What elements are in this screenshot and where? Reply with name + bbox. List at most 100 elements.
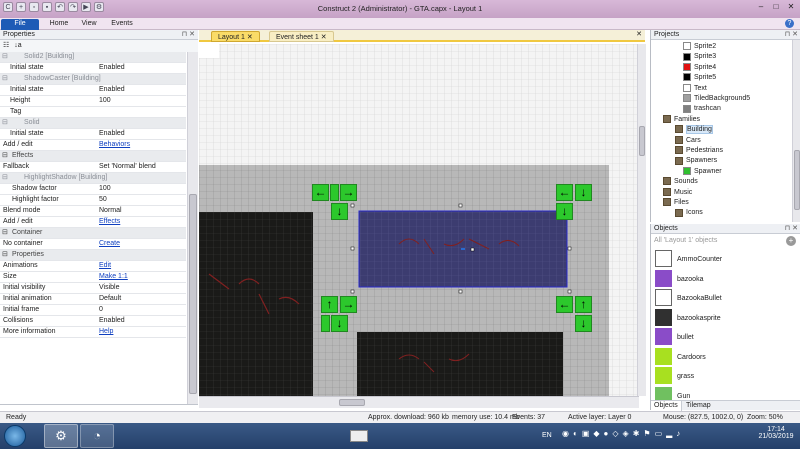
project-tree-item[interactable]: Spawner — [683, 166, 722, 176]
object-list-item[interactable]: bazookasprite — [655, 308, 795, 328]
project-tree-item[interactable]: Sprite3 — [683, 52, 716, 61]
collapse-icon[interactable]: ⊟ — [2, 228, 8, 238]
properties-scrollbar[interactable] — [187, 52, 198, 404]
building-sprite[interactable] — [357, 332, 563, 396]
property-row[interactable]: Container ⊟ — [0, 228, 186, 239]
network-icon[interactable]: ▂ — [666, 429, 672, 438]
project-tree-item[interactable]: Sprite4 — [683, 62, 716, 72]
project-tree-item[interactable]: Files — [663, 198, 689, 207]
property-link[interactable]: Effects — [99, 218, 120, 225]
property-row[interactable]: Initial visibility Visible — [0, 283, 186, 294]
property-row[interactable]: HighlightShadow [Building] ⊟ — [0, 173, 186, 184]
property-value[interactable]: 0 — [99, 305, 103, 315]
project-tree-item[interactable]: Building — [675, 125, 713, 135]
property-value[interactable]: 100 — [99, 96, 111, 106]
spawner-arrow[interactable]: ↓ — [575, 315, 592, 332]
project-tree-item[interactable]: Sprite5 — [683, 73, 716, 82]
property-row[interactable]: More information Help — [0, 327, 186, 338]
property-row[interactable]: Collisions Enabled — [0, 316, 186, 327]
scrollbar-thumb[interactable] — [794, 150, 800, 210]
project-tree-item[interactable]: Pedestrians — [675, 146, 723, 155]
canvas-horizontal-scrollbar[interactable] — [199, 396, 639, 408]
collapse-icon[interactable]: ⊟ — [2, 173, 8, 183]
object-list-item[interactable]: bazooka — [655, 269, 795, 289]
property-row[interactable]: ShadowCaster [Building] ⊟ — [0, 74, 186, 85]
ribbon-tab-file[interactable]: File — [1, 19, 39, 30]
add-object-icon[interactable]: + — [786, 236, 796, 246]
property-row[interactable]: Shadow factor 100 — [0, 184, 186, 195]
scrollbar-thumb[interactable] — [189, 194, 197, 394]
tab-tilemap[interactable]: Tilemap — [683, 401, 714, 411]
help-icon[interactable]: ? — [785, 19, 794, 28]
spawner-arrow[interactable]: → — [340, 184, 357, 201]
collapse-icon[interactable]: ⊟ — [2, 52, 8, 62]
tray-icon[interactable]: ◐ — [573, 429, 578, 438]
minimize-button[interactable]: – — [754, 2, 768, 12]
clock[interactable]: 17:14 21/03/2019 — [756, 426, 796, 440]
property-row[interactable]: Add / edit Behaviors — [0, 140, 186, 151]
scrollbar-thumb[interactable] — [339, 399, 365, 406]
project-tree-item[interactable]: Sounds — [663, 177, 698, 186]
collapse-icon[interactable]: ⊟ — [2, 151, 8, 161]
tray-pen-icon[interactable] — [350, 430, 368, 442]
scrollbar-thumb[interactable] — [639, 126, 645, 156]
property-row[interactable]: No container Create — [0, 239, 186, 250]
spawner-arrow[interactable]: ← — [556, 184, 573, 201]
object-list-item[interactable]: grass — [655, 367, 795, 386]
project-tree-item[interactable]: Cars — [675, 135, 701, 145]
property-link[interactable]: Behaviors — [99, 141, 130, 148]
ribbon-tab-events[interactable]: Events — [106, 19, 138, 30]
property-value[interactable]: 50 — [99, 195, 107, 205]
property-row[interactable]: Initial animation Default — [0, 294, 186, 305]
volume-icon[interactable]: ♪ — [676, 429, 680, 438]
spawner-arrow[interactable]: ← — [556, 296, 573, 313]
property-row[interactable]: Properties ⊟ — [0, 250, 186, 261]
object-list-item[interactable]: AmmoCounter — [655, 250, 795, 269]
language-indicator[interactable]: EN — [542, 432, 552, 439]
property-value[interactable]: Make 1:1 — [99, 272, 128, 282]
property-row[interactable]: Blend mode Normal — [0, 206, 186, 217]
maximize-button[interactable]: □ — [769, 2, 783, 12]
property-row[interactable]: Solid2 [Building] ⊟ — [0, 52, 186, 63]
flag-icon[interactable]: ⚑ — [643, 429, 650, 438]
property-value[interactable]: Help — [99, 327, 113, 337]
object-list-item[interactable]: bullet — [655, 328, 795, 347]
property-value[interactable]: Effects — [99, 217, 120, 227]
property-link[interactable]: Create — [99, 240, 120, 247]
property-row[interactable]: Fallback Set 'Normal' blend — [0, 162, 186, 173]
project-tree-item[interactable]: trashcan — [683, 104, 721, 113]
taskbar-app-icon[interactable]: ⚙ — [44, 424, 78, 448]
close-button[interactable]: ✕ — [784, 2, 798, 12]
property-row[interactable]: Highlight factor 50 — [0, 195, 186, 206]
spawner-arrow[interactable]: → — [340, 296, 357, 313]
property-row[interactable]: Initial frame 0 — [0, 305, 186, 316]
objects-filter[interactable]: All 'Layout 1' objects — [654, 237, 717, 244]
tab-event-sheet-1[interactable]: Event sheet 1 ✕ — [269, 31, 334, 42]
property-row[interactable]: Solid ⊟ — [0, 118, 186, 129]
project-tree-item[interactable]: TiledBackground5 — [683, 94, 750, 103]
categorize-icon[interactable]: ☷ — [3, 42, 9, 49]
project-tree-item[interactable]: Spawners — [675, 156, 717, 165]
property-row[interactable]: Animations Edit — [0, 261, 186, 272]
tab-objects[interactable]: Objects — [651, 401, 682, 411]
property-row[interactable]: Height 100 — [0, 96, 186, 107]
collapse-icon[interactable]: ⊟ — [2, 250, 8, 260]
close-document-icon[interactable]: ✕ — [636, 30, 642, 38]
tab-layout-1[interactable]: Layout 1 ✕ — [211, 31, 260, 42]
project-tree-item[interactable]: Music — [663, 187, 692, 197]
layout-canvas[interactable]: ← → ↓ ← ↓ ↓ ↑ → ↓ ← ↑ ↓ — [199, 44, 639, 396]
project-tree-item[interactable]: Icons — [675, 208, 703, 217]
start-button[interactable] — [4, 425, 26, 447]
spawner-arrow[interactable]: ↓ — [575, 184, 592, 201]
collapse-icon[interactable]: ⊟ — [2, 74, 8, 84]
ribbon-tab-home[interactable]: Home — [44, 19, 74, 30]
spawner-arrow[interactable]: ↓ — [331, 315, 348, 332]
pin-icon[interactable]: ⊓ ✕ — [182, 30, 195, 40]
tray-icon[interactable]: ◈ — [623, 429, 629, 438]
property-row[interactable]: Tag — [0, 107, 186, 118]
close-tab-icon[interactable]: ✕ — [247, 34, 253, 41]
spawner-arrow[interactable] — [321, 315, 330, 332]
collapse-icon[interactable]: ⊟ — [2, 118, 8, 128]
property-value[interactable]: Behaviors — [99, 140, 130, 150]
pin-icon[interactable]: ⊓ ✕ — [785, 30, 798, 40]
